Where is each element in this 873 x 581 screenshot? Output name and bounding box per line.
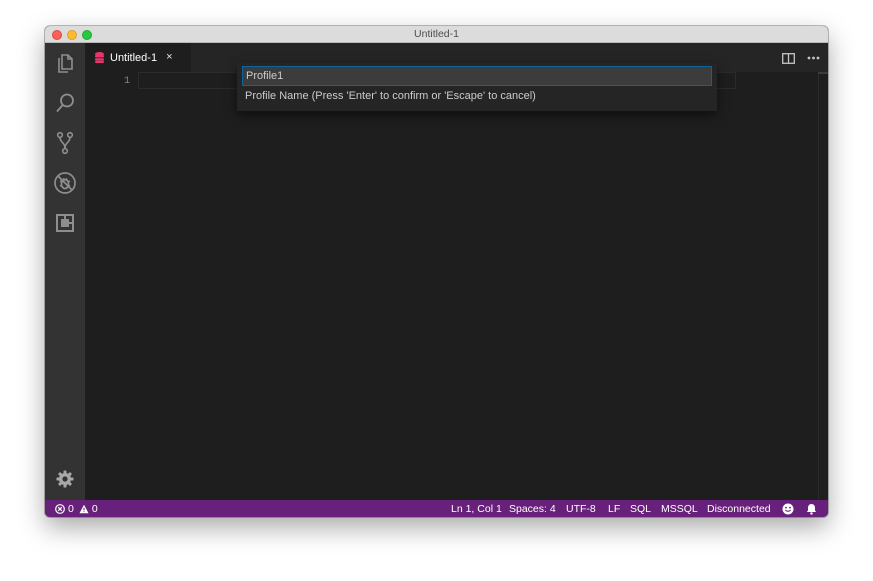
status-bar: 0 0 Ln 1, Col 1 Spaces: 4 UTF-8 LF SQL M… [45,500,828,517]
editor-area: Untitled-1 × 1 Profile Name (Press 'Ente… [85,43,828,500]
warning-icon [79,504,89,514]
notifications-bell-icon[interactable] [806,500,817,517]
search-icon[interactable] [53,91,77,115]
debug-icon[interactable] [53,171,77,195]
editor-scrollbar[interactable] [818,72,828,500]
split-editor-icon[interactable] [780,50,796,66]
scrollbar-shadow [818,72,828,74]
language-mode-selector[interactable]: SQL [630,500,651,517]
encoding-selector[interactable]: UTF-8 [566,500,596,517]
tab-close-button[interactable]: × [166,52,172,63]
indentation-selector[interactable]: Spaces: 4 [509,500,556,517]
quick-input-message: Profile Name (Press 'Enter' to confirm o… [245,90,536,102]
tab-label: Untitled-1 [110,51,158,64]
eol-selector[interactable]: LF [608,500,620,517]
problems-indicator[interactable]: 0 0 [55,500,98,517]
error-count: 0 [68,502,74,515]
title-bar: Untitled-1 [45,26,828,43]
line-number: 1 [123,76,130,87]
feedback-smiley-icon[interactable] [782,500,794,517]
profile-name-input[interactable] [242,66,712,86]
extensions-icon[interactable] [53,211,77,235]
window-title: Untitled-1 [414,28,459,40]
activity-bar [45,43,85,500]
source-control-icon[interactable] [53,131,77,155]
error-icon [55,503,65,514]
connection-provider[interactable]: MSSQL [661,500,698,517]
cursor-position[interactable]: Ln 1, Col 1 [451,500,502,517]
explorer-icon[interactable] [53,51,77,75]
more-actions-icon[interactable] [805,50,821,66]
app-window: Untitled-1 Untitled-1 × 1 Profile1 Profi… [45,26,828,517]
quick-input-widget: Profile Name (Press 'Enter' to confirm o… [237,63,717,111]
connection-status[interactable]: Disconnected [707,500,771,517]
warning-count: 0 [91,502,98,515]
database-icon [95,52,104,63]
tab-untitled-1[interactable]: Untitled-1 × [85,43,191,72]
settings-gear-icon[interactable] [53,467,77,491]
